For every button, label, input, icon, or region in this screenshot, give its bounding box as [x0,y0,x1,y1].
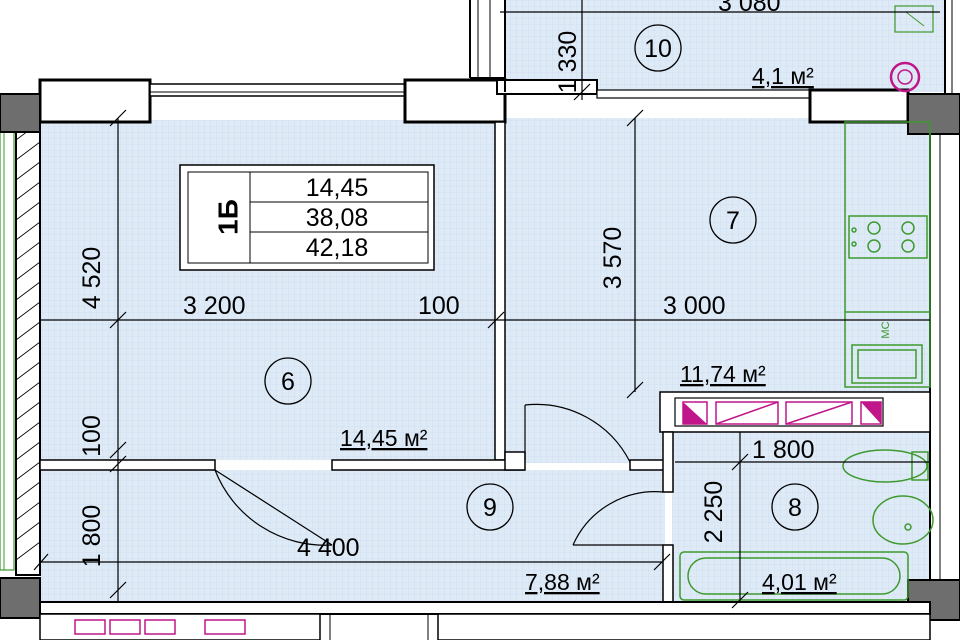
dim-hall-depth: 1 800 [78,505,106,568]
room-10-area: 4,1 м² [752,63,814,89]
area-without-balcony-value: 38,08 [306,204,369,232]
dim-partition-2: 100 [78,415,106,457]
right-wall [929,133,960,581]
microwave-label: МС [880,321,892,338]
dim-kitchen-depth: 3 570 [599,227,627,290]
column-bottom-left [0,577,41,619]
dim-room6-width: 3 200 [183,292,246,320]
room-9-area: 7,88 м² [525,569,600,595]
total-area-value: 42,18 [306,234,369,262]
room-8-area: 4,01 м² [762,569,837,595]
room-8-number: 8 [788,494,802,522]
room-7-area: 11,74 м² [680,361,766,387]
column-top-left [0,93,41,133]
living-area-value: 14,45 [306,174,369,202]
floor-plan: МС 1Б 14,45 38,08 42,18 10 7 6 9 8 4,1 м… [0,0,960,640]
room-6-number: 6 [281,368,295,396]
room-10-number: 10 [644,35,672,63]
vent-duct [674,397,884,427]
dim-balcony-width: 3 080 [718,0,781,17]
dim-balcony-depth: 1 330 [554,31,582,94]
room-7-number: 7 [726,207,740,235]
room-6-area: 14,45 м² [340,425,428,451]
dim-hall-width: 4 400 [297,534,360,562]
column-top-right [907,93,960,135]
dim-room6-depth: 4 520 [78,247,106,310]
bottom-wall [39,601,931,640]
apartment-code: 1Б [213,199,244,235]
apartment-area-table: 1Б 14,45 38,08 42,18 [179,164,435,271]
left-exterior-strip [0,121,41,576]
dim-bath-width: 1 800 [752,436,815,464]
dim-bath-depth: 2 250 [700,481,728,544]
dim-partition-1: 100 [418,292,460,320]
dim-kitchen-width: 3 000 [663,292,726,320]
room-9-number: 9 [483,494,497,522]
